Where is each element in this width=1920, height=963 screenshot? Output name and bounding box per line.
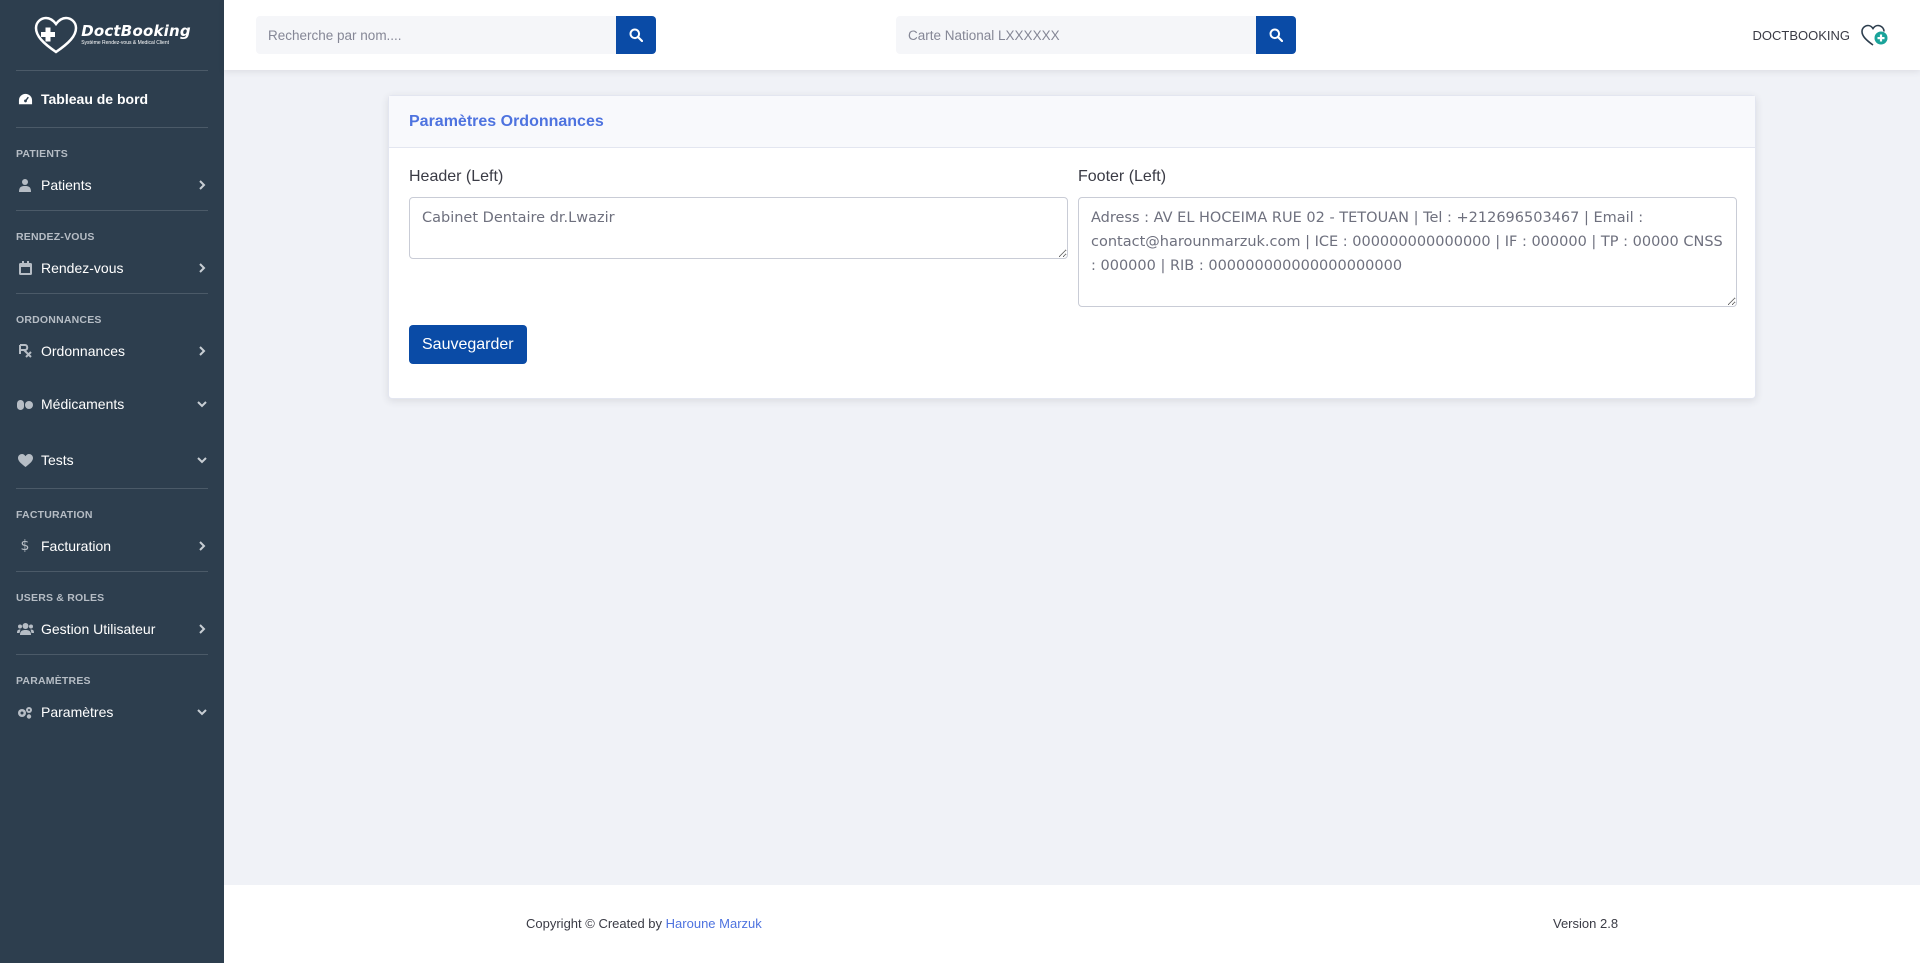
heart-plus-avatar-icon [1861, 24, 1888, 46]
chevron-down-icon [197, 457, 207, 464]
search-icon [1269, 28, 1283, 42]
heartbeat-icon [16, 451, 34, 469]
chevron-right-icon [199, 263, 206, 273]
user-name: DOCTBOOKING [1752, 27, 1850, 43]
card-body: Header (Left) Cabinet Dentaire dr.Lwazir… [389, 148, 1755, 364]
search-by-cin-button[interactable] [1256, 16, 1296, 54]
sidebar-item-label: Tableau de bord [41, 91, 149, 107]
chevron-right-icon [199, 180, 206, 190]
user-injured-icon [16, 176, 34, 194]
copyright-text: Copyright © Created by [526, 916, 666, 931]
sidebar-item-medicaments[interactable]: Médicaments [0, 376, 224, 432]
sidebar-item-label: Ordonnances [41, 343, 126, 359]
sidebar-item-label: Paramètres [41, 704, 114, 720]
chevron-right-icon [199, 624, 206, 634]
sidebar-item-label: Gestion Utilisateur [41, 621, 156, 637]
brand[interactable]: DoctBooking Système Rendez-vous & Medica… [0, 0, 224, 70]
search-by-name-form [256, 16, 656, 54]
sidebar-item-ordonnances[interactable]: Ordonnances [0, 326, 224, 376]
sidebar-item-patients[interactable]: Patients [0, 160, 224, 210]
section-heading-facturation: FACTURATION [16, 509, 93, 521]
sidebar-item-rendez-vous[interactable]: Rendez-vous [0, 243, 224, 293]
author-link[interactable]: Haroune Marzuk [666, 916, 762, 931]
section-heading-rendez-vous: RENDEZ-VOUS [16, 231, 95, 243]
save-button[interactable]: Sauvegarder [409, 325, 527, 364]
brand-name: DoctBooking [81, 22, 191, 40]
chevron-right-icon [199, 541, 206, 551]
tachometer-icon [16, 90, 34, 108]
topbar: DOCTBOOKING [224, 0, 1920, 70]
sidebar-item-tests[interactable]: Tests [0, 432, 224, 488]
search-by-cin-form [896, 16, 1296, 54]
sidebar-item-gestion-utilisateur[interactable]: Gestion Utilisateur [0, 604, 224, 654]
section-heading-ordonnances: ORDONNANCES [16, 314, 102, 326]
brand-logo: DoctBooking Système Rendez-vous & Medica… [33, 15, 191, 55]
search-by-name-input[interactable] [256, 16, 616, 54]
header-textarea[interactable]: Cabinet Dentaire dr.Lwazir [409, 197, 1068, 259]
section-heading-patients: PATIENTS [16, 148, 68, 160]
search-by-name-button[interactable] [616, 16, 656, 54]
prescription-settings-card: Paramètres Ordonnances Header (Left) Cab… [388, 95, 1756, 399]
section-heading-parametres: PARAMÈTRES [16, 675, 91, 687]
sidebar: DoctBooking Système Rendez-vous & Medica… [0, 0, 224, 963]
header-field: Header (Left) Cabinet Dentaire dr.Lwazir [409, 168, 1068, 264]
chevron-down-icon [197, 709, 207, 716]
version-text: Version 2.8 [1553, 916, 1619, 931]
sidebar-item-label: Facturation [41, 538, 112, 554]
prescription-icon [16, 342, 34, 360]
sidebar-item-dashboard[interactable]: Tableau de bord [0, 71, 224, 127]
sidebar-item-facturation[interactable]: $ Facturation [0, 521, 224, 571]
calendar-icon [16, 259, 34, 277]
dollar-icon: $ [20, 538, 30, 554]
footer-field-label: Footer (Left) [1078, 168, 1167, 185]
copyright: Copyright © Created by Haroune Marzuk [526, 916, 762, 931]
card-title: Paramètres Ordonnances [409, 112, 604, 130]
search-by-cin-input[interactable] [896, 16, 1256, 54]
page-footer: Copyright © Created by Haroune Marzuk Ve… [224, 885, 1920, 963]
footer-textarea[interactable]: Adress : AV EL HOCEIMA RUE 02 - TETOUAN … [1078, 197, 1737, 307]
search-icon [629, 28, 643, 42]
section-heading-users-roles: USERS & ROLES [16, 592, 105, 604]
sidebar-item-label: Tests [41, 452, 74, 468]
pills-icon [16, 395, 34, 413]
heart-plus-logo-icon [34, 16, 78, 54]
user-menu[interactable]: DOCTBOOKING [1752, 0, 1890, 70]
brand-tagline: Système Rendez-vous & Medical Client [81, 40, 170, 46]
sidebar-item-label: Rendez-vous [41, 260, 124, 276]
sidebar-item-label: Médicaments [41, 396, 125, 412]
users-icon [16, 620, 34, 638]
chevron-down-icon [197, 401, 207, 408]
chevron-right-icon [199, 346, 206, 356]
sidebar-item-parametres[interactable]: Paramètres [0, 687, 224, 737]
footer-field: Footer (Left) Adress : AV EL HOCEIMA RUE… [1078, 168, 1737, 312]
header-field-label: Header (Left) [409, 168, 504, 185]
card-header: Paramètres Ordonnances [389, 96, 1755, 148]
cogs-icon [16, 703, 34, 721]
sidebar-item-label: Patients [41, 177, 92, 193]
